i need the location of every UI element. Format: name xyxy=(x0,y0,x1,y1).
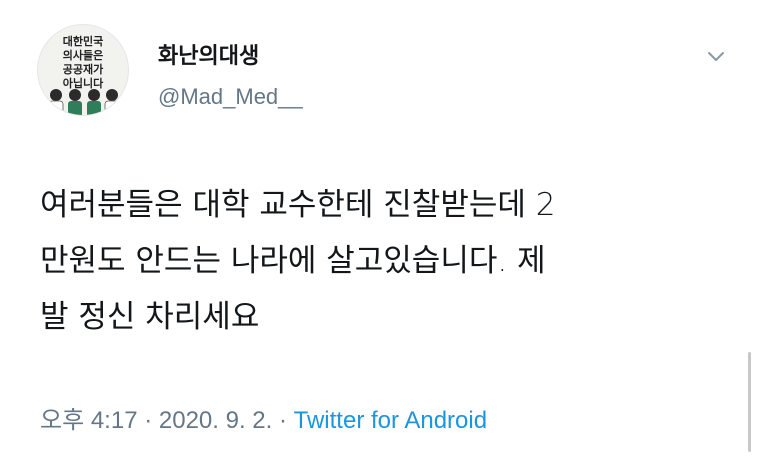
separator: · xyxy=(137,407,159,434)
doctors-illustration xyxy=(48,89,120,115)
tweet-text-line: 발 정신 차리세요 xyxy=(40,299,260,335)
tweet-text: 여러분들은 대학 교수한테 진찰받는데 2 만원도 안드는 나라에 살고있습니다… xyxy=(40,177,730,345)
avatar-caption-line: 대한민국 xyxy=(62,35,104,48)
separator: · xyxy=(272,407,294,434)
tweet-text-line: 여러분들은 대학 교수한테 진찰받는데 2 xyxy=(40,187,556,223)
tweet-card: 대한민국 의사들은 공공재가 아닙니다 화난의대생 @Mad_Med__ 여러분… xyxy=(0,0,760,461)
tweet-source-link[interactable]: Twitter for Android xyxy=(294,407,487,434)
tweet-time[interactable]: 오후 4:17 xyxy=(40,407,138,434)
chevron-down-icon[interactable] xyxy=(704,44,728,68)
avatar-caption: 대한민국 의사들은 공공재가 아닙니다 xyxy=(38,35,128,91)
tweet-text-line: 만원도 안드는 나라에 살고있습니다. 제 xyxy=(40,243,546,279)
tweet-date[interactable]: 2020. 9. 2. xyxy=(159,407,272,434)
user-handle[interactable]: @Mad_Med__ xyxy=(158,84,303,110)
scrollbar[interactable] xyxy=(748,352,751,452)
avatar[interactable]: 대한민국 의사들은 공공재가 아닙니다 xyxy=(37,24,129,116)
tweet-metadata: 오후 4:17 · 2020. 9. 2. · Twitter for Andr… xyxy=(40,400,487,435)
display-name[interactable]: 화난의대생 xyxy=(158,38,259,70)
avatar-caption-line: 의사들은 xyxy=(62,49,104,62)
avatar-caption-line: 공공재가 xyxy=(62,63,104,76)
